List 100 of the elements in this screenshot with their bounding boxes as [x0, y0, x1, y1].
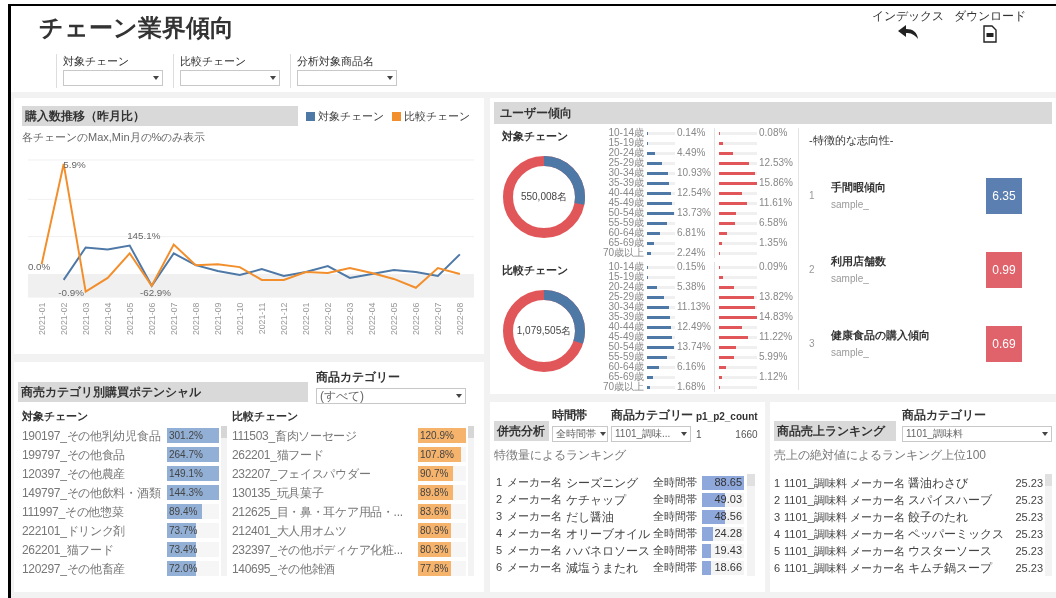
dropdown[interactable]	[297, 70, 397, 86]
category-name: 1101_調味料	[784, 526, 848, 542]
maker-name: メーカー名	[507, 509, 563, 525]
age-label: 55-59歳	[607, 352, 644, 362]
time-slot: 全時間帯	[653, 525, 699, 542]
percent-label: 6.58%	[759, 218, 788, 228]
product-name: オリーブオイル	[566, 525, 650, 543]
donut-total: 1,079,505名	[516, 324, 572, 338]
data-label: 0.0%	[27, 260, 51, 272]
percent-label: 12.53%	[759, 158, 793, 168]
section-title: 商売カテゴリ別購買ポテンシャル	[18, 382, 308, 402]
rank-number: 2	[809, 263, 816, 277]
percent-label: 1.68%	[677, 382, 706, 392]
maker-name: メーカー名	[507, 543, 563, 559]
product-name: シーズニング	[566, 474, 639, 492]
dropdown[interactable]: (すべて)	[316, 388, 466, 404]
data-label: -0.9%	[58, 286, 84, 298]
scrollbar[interactable]	[468, 426, 474, 438]
axis-label: 2022-08	[454, 302, 465, 335]
caret-icon	[270, 76, 276, 80]
feature-name: 手間暇傾向	[831, 179, 887, 195]
filter-label: 対象チェーン	[63, 54, 130, 67]
column-title: 比較チェーン	[231, 409, 299, 424]
maker-name: メーカー名	[850, 526, 906, 542]
score-box: 0.69	[986, 325, 1022, 362]
maker-name: メーカー名	[850, 543, 906, 559]
percent-label: 6.81%	[677, 228, 706, 238]
filter-label: 時間帯	[552, 407, 589, 424]
age-label: 45-49歳	[607, 332, 644, 342]
legend-label: 対象チェーン	[318, 108, 384, 124]
category-name: 120397_その他農産	[21, 465, 127, 483]
rank-number: 1	[774, 475, 782, 491]
feature-note: sample_	[831, 346, 870, 361]
age-label: 30-34歳	[607, 302, 644, 312]
product-name: ウスターソース	[908, 543, 993, 560]
dropdown[interactable]: 全時間帯	[552, 426, 608, 442]
category-name: 212625_目・鼻・耳ケア用品・...	[231, 503, 404, 521]
rank-number: 3	[774, 509, 782, 525]
action-button[interactable]: ダウンロード	[954, 10, 1026, 43]
product-name: ハバネロソース	[566, 542, 650, 560]
chart-subtitle: 各チェーンのMax,Min月の%のみ表示	[22, 130, 207, 145]
filter-label: 比較チェーン	[180, 54, 247, 67]
age-label: 20-24歳	[607, 282, 644, 292]
product-name: 減塩うまたれ	[566, 559, 639, 577]
category-name: 1101_調味料	[784, 509, 848, 525]
product-name: だし醤油	[566, 508, 615, 526]
axis-label: 2022-05	[388, 302, 399, 335]
axis-label: 2021-06	[146, 302, 157, 335]
count-value: 1660	[735, 427, 758, 442]
axis-label: 2021-05	[124, 302, 135, 335]
value-label: 301.2%	[169, 429, 203, 443]
features-title: -特徴的な志向性-	[809, 133, 895, 148]
category-name: 212401_大人用オムツ	[231, 522, 348, 540]
dropdown[interactable]: 1101_調味料	[902, 426, 1052, 442]
value-label: 89.4%	[169, 505, 198, 519]
caret-icon	[681, 432, 687, 436]
percent-label: 5.38%	[677, 282, 706, 292]
category-name: 140695_その他雑酒	[231, 560, 337, 578]
age-label: 70歳以上	[601, 248, 644, 258]
category-name: 1101_調味料	[784, 492, 848, 508]
value-label: 107.8%	[420, 448, 454, 462]
time-slot: 全時間帯	[653, 491, 699, 508]
rank-number: 3	[496, 509, 504, 525]
action-button[interactable]: インデックス	[872, 10, 944, 43]
axis-label: 2021-10	[234, 302, 245, 335]
sales-value: 25.23	[1014, 543, 1043, 559]
category-name: 120297_その他畜産	[21, 560, 127, 578]
axis-label: 2022-03	[344, 302, 355, 335]
panel-subtitle: 売上の絶対値によるランキング上位100	[774, 447, 988, 464]
percent-label: 10.93%	[677, 168, 711, 178]
dropdown[interactable]: 1101_調味...	[611, 426, 691, 442]
percent-label: 0.08%	[759, 128, 788, 138]
axis-label: 2021-09	[212, 302, 223, 335]
sales-value: 25.23	[1014, 509, 1043, 525]
section-title: 併売分析	[494, 421, 549, 441]
maker-name: メーカー名	[850, 492, 906, 508]
scrollbar[interactable]	[1045, 474, 1052, 486]
dropdown[interactable]	[180, 70, 280, 86]
scrollbar[interactable]	[747, 474, 755, 486]
caret-icon	[387, 76, 393, 80]
axis-label: 2021-08	[190, 302, 201, 335]
dropdown[interactable]	[63, 70, 163, 86]
axis-label: 2022-01	[300, 302, 311, 335]
category-name: 130135_玩具菓子	[231, 484, 325, 502]
percent-label: 2.24%	[677, 248, 706, 258]
page-title: チェーン業界傾向	[39, 13, 234, 40]
scrollbar[interactable]	[221, 426, 227, 438]
rank-number: 4	[774, 526, 782, 542]
maker-name: メーカー名	[507, 526, 563, 542]
percent-label: 14.83%	[759, 312, 793, 322]
age-label: 50-54歳	[607, 208, 644, 218]
filter-label: 分析対象商品名	[297, 54, 375, 67]
time-slot: 全時間帯	[653, 559, 699, 576]
axis-label: 2021-07	[168, 302, 179, 335]
section-title: 商品売上ランキング	[774, 421, 896, 441]
category-name: 1101_調味料	[784, 543, 848, 559]
sales-value: 25.23	[1014, 526, 1043, 542]
percent-label: 15.86%	[759, 178, 793, 188]
back-arrow-icon	[898, 25, 918, 39]
category-name: 111503_畜肉ソーセージ	[231, 427, 358, 445]
